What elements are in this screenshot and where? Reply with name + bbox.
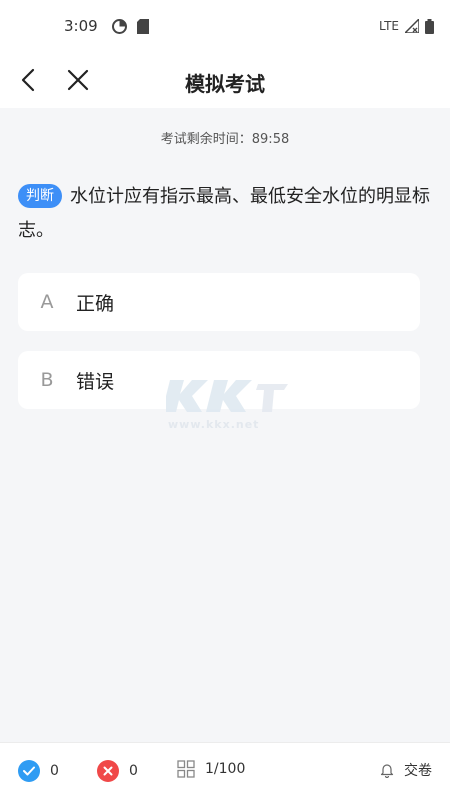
close-icon [67,69,89,91]
battery-icon [425,18,434,34]
exam-timer: 考试剩余时间：89:58 [160,132,290,147]
app-bar: 模拟考试 [0,52,450,108]
status-bar: 3:09 LTE [0,0,450,52]
question-type-badge: 判断 [18,184,62,208]
wrong-count-stat[interactable]: 0 [97,760,138,782]
question-grid-button[interactable]: 1/100 [177,760,245,778]
check-icon [18,760,40,782]
option-letter: B [40,369,54,391]
svg-text:www.kkx.net: www.kkx.net [168,418,259,431]
option-b[interactable]: B 错误 [18,351,420,409]
close-button[interactable] [64,66,92,94]
submit-label: 交卷 [404,763,432,779]
grid-icon [177,760,195,778]
question: 判断 水位计应有指示最高、最低安全水位的明显标志。 [18,180,438,248]
back-button[interactable] [14,66,42,94]
signal-icon [405,19,419,33]
option-letter: A [40,291,54,313]
sd-card-icon [136,18,149,34]
bottom-bar: 0 0 1/100 交卷 [0,742,450,800]
question-text: 水位计应有指示最高、最低安全水位的明显标志。 [18,186,430,241]
submit-exam-button[interactable]: 交卷 [380,760,432,780]
back-arrow-icon [21,68,35,92]
cross-icon [97,760,119,782]
wrong-count: 0 [129,763,138,779]
network-type: LTE [379,19,399,33]
option-a[interactable]: A 正确 [18,273,420,331]
data-saver-icon [111,18,127,34]
correct-count: 0 [50,763,59,779]
bell-icon [380,764,394,778]
status-time: 3:09 [64,17,98,35]
option-text: 正确 [76,292,115,315]
question-progress: 1/100 [205,761,246,777]
correct-count-stat[interactable]: 0 [18,760,59,782]
option-text: 错误 [76,370,115,393]
